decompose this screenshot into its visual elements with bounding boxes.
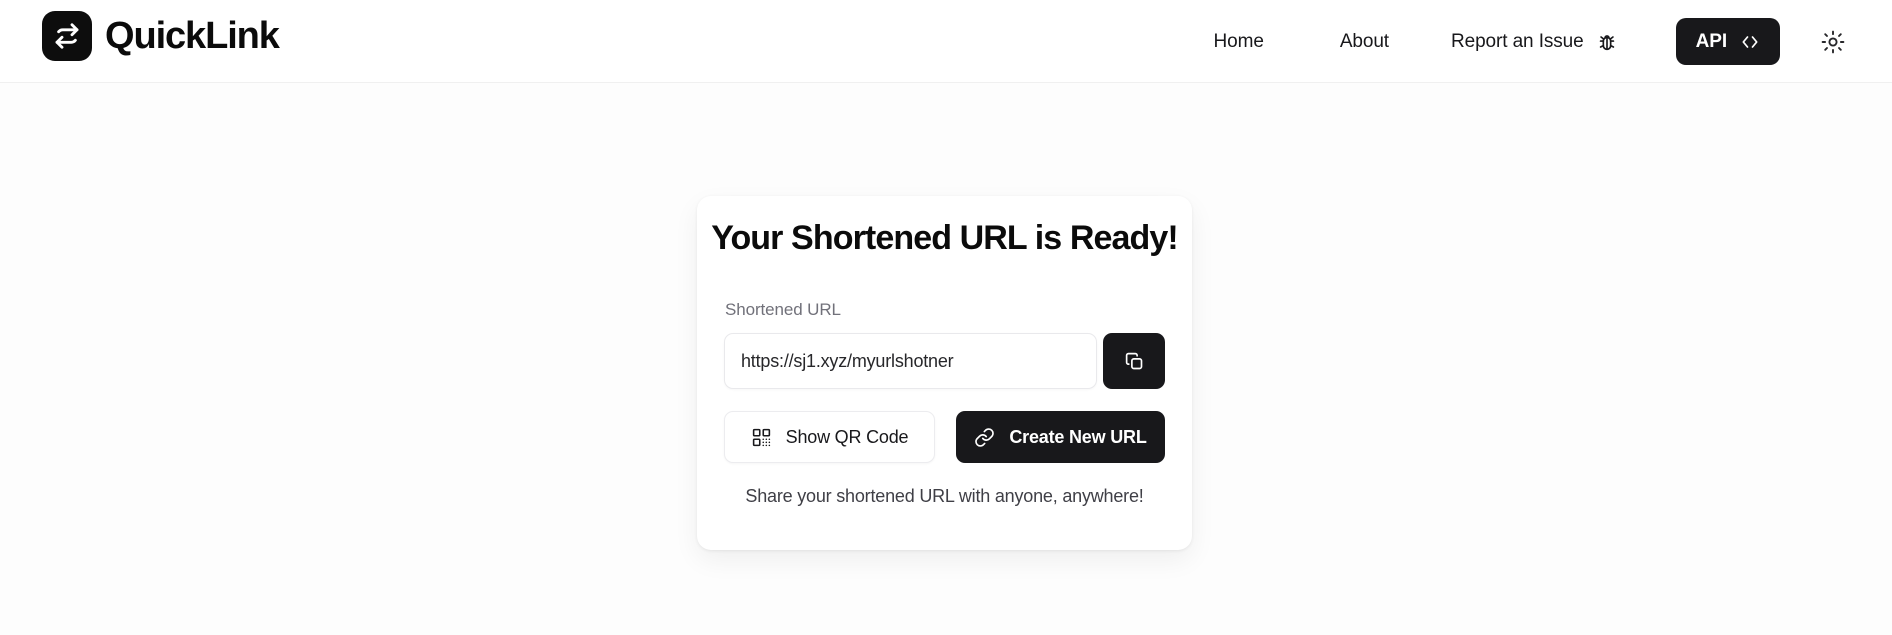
copy-url-button[interactable] — [1103, 333, 1165, 389]
shortened-url-label: Shortened URL — [725, 300, 841, 319]
show-qr-code-button[interactable]: Show QR Code — [724, 411, 935, 463]
code-brackets-icon — [1740, 32, 1760, 52]
show-qr-code-label: Show QR Code — [785, 426, 909, 447]
brand-logo[interactable]: QuickLink — [42, 11, 280, 61]
nav-link-home[interactable]: Home — [1212, 25, 1266, 59]
shortened-url-input[interactable] — [724, 333, 1097, 389]
bug-icon[interactable] — [1596, 31, 1618, 53]
link-icon — [974, 427, 995, 448]
card-title: Your Shortened URL is Ready! — [711, 219, 1179, 257]
site-header: QuickLink Home About Report an Issue API — [0, 0, 1892, 83]
copy-icon — [1124, 351, 1145, 372]
nav-link-about[interactable]: About — [1338, 25, 1391, 59]
create-new-url-label: Create New URL — [1009, 426, 1147, 447]
card-footnote: Share your shortened URL with anyone, an… — [745, 486, 1144, 506]
shortened-url-card: Your Shortened URL is Ready! Shortened U… — [697, 196, 1192, 550]
api-button[interactable]: API — [1675, 18, 1780, 65]
main-nav: Home About Report an Issue API — [1212, 0, 1850, 83]
api-button-label: API — [1695, 30, 1727, 52]
brand-name: QuickLink — [105, 15, 280, 57]
theme-toggle-button[interactable] — [1816, 25, 1850, 59]
qr-code-icon — [751, 427, 772, 448]
card-actions-row: Show QR Code Create New URL — [724, 411, 1165, 463]
page-root: QuickLink Home About Report an Issue API… — [0, 0, 1892, 635]
shortened-url-row — [724, 333, 1165, 389]
nav-link-report-an-issue[interactable]: Report an Issue — [1449, 25, 1586, 59]
create-new-url-button[interactable]: Create New URL — [956, 411, 1165, 463]
sun-icon — [1821, 30, 1845, 54]
shuffle-arrows-icon — [42, 11, 92, 61]
